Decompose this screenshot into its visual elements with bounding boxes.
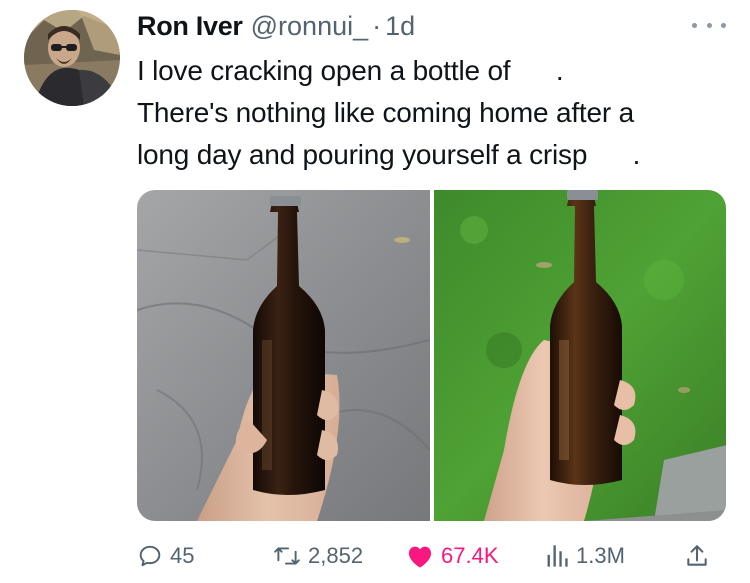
- views-bar-chart-icon: [547, 545, 568, 567]
- more-dot: [692, 22, 697, 28]
- avatar[interactable]: [24, 10, 120, 106]
- media-grid: [137, 190, 726, 521]
- tweet-text: I love cracking open a bottle of . There…: [137, 50, 727, 176]
- display-name[interactable]: Ron Iver: [137, 11, 243, 42]
- tweet-text-line: I love cracking open a bottle of .: [137, 55, 564, 86]
- view-count: 1.3M: [576, 543, 625, 568]
- more-dot: [721, 22, 726, 28]
- share-button[interactable]: [685, 536, 709, 576]
- more-horizontal-icon[interactable]: [692, 15, 726, 35]
- timestamp[interactable]: 1d: [385, 11, 415, 42]
- photo-bottle-asphalt[interactable]: [137, 190, 430, 521]
- reply-button[interactable]: 45: [137, 536, 194, 576]
- views-button[interactable]: 1.3M: [545, 536, 625, 576]
- tweet-text-line: long day and pouring yourself a crisp .: [137, 139, 641, 170]
- tweet-header: Ron Iver @ronnui_ · 1d: [137, 6, 415, 46]
- like-button[interactable]: 67.4K: [406, 536, 499, 576]
- reply-bubble-icon: [139, 545, 161, 567]
- retweet-icon: [274, 547, 300, 565]
- separator-dot: ·: [372, 10, 382, 41]
- reply-count: 45: [170, 543, 195, 568]
- more-dot: [706, 22, 712, 28]
- retweet-count: 2,852: [308, 543, 364, 568]
- user-handle[interactable]: @ronnui_: [251, 11, 368, 42]
- retweet-button[interactable]: 2,852: [273, 536, 363, 576]
- tweet-text-line: There's nothing like coming home after a: [137, 97, 634, 128]
- tweet-actions: 45 2,852 67.4K 1.3M: [137, 536, 727, 576]
- heart-filled-icon: [408, 546, 432, 568]
- avatar-photo: [24, 10, 120, 106]
- photo-bottle-grass[interactable]: [433, 190, 726, 521]
- share-upload-icon: [687, 545, 707, 566]
- like-count: 67.4K: [441, 543, 499, 568]
